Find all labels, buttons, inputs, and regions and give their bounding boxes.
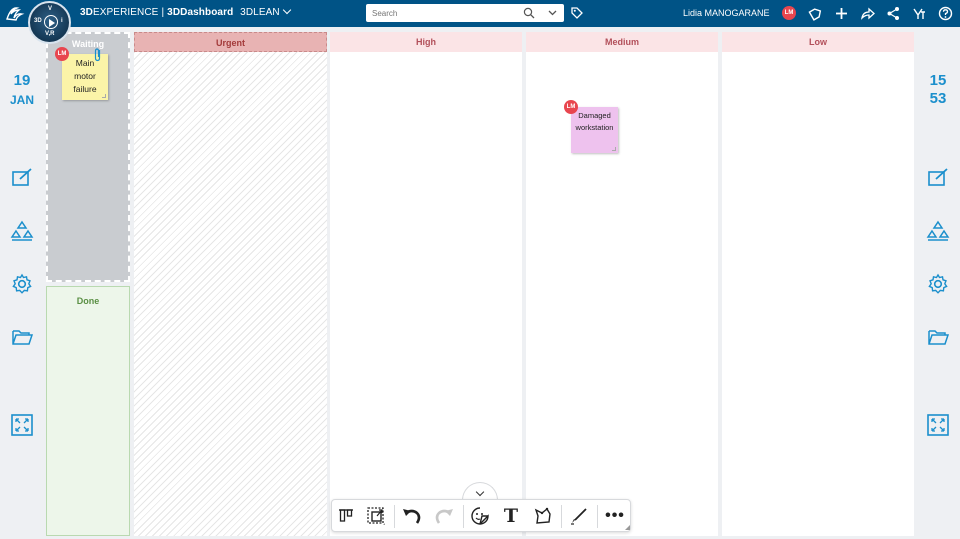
compass-i-label: i [61, 18, 63, 24]
note-text-line: motor [74, 71, 96, 81]
edit-board-icon[interactable] [10, 166, 34, 190]
dashboard-bold: 3D [167, 7, 181, 18]
settings-gear-icon[interactable] [10, 272, 34, 296]
app-title[interactable]: 3DEXPERIENCE | 3DDashboard 3DLEAN [80, 5, 291, 18]
undo-icon [403, 509, 421, 524]
text-tool-icon: T [503, 505, 519, 527]
sticker-tool-button[interactable] [468, 505, 492, 527]
search-input[interactable] [372, 6, 517, 20]
folder-open-icon[interactable] [926, 325, 950, 349]
tag-label-icon[interactable] [808, 6, 823, 21]
title-separator: | [161, 7, 165, 18]
tag-icon[interactable] [570, 6, 584, 20]
search-icon[interactable] [523, 7, 535, 19]
undo-button[interactable] [400, 505, 424, 527]
column-header-low: Low [722, 32, 914, 52]
redo-icon [435, 509, 453, 524]
sticky-note-damaged-workstation[interactable]: LM Damaged workstation [564, 100, 618, 153]
app-name: 3DLEAN [240, 7, 280, 18]
hierarchy-icon[interactable] [10, 219, 34, 243]
drawing-toolbar: T ••• [331, 499, 631, 532]
edit-board-icon[interactable] [926, 166, 950, 190]
chevron-down-icon[interactable] [475, 487, 485, 497]
hierarchy-icon[interactable] [926, 219, 950, 243]
toolbar-divider [463, 505, 464, 528]
note-text-line: workstation [575, 123, 614, 132]
toolbar-resize-icon[interactable] [625, 525, 630, 530]
folder-open-icon[interactable] [10, 325, 34, 349]
share-arrow-icon[interactable] [860, 6, 875, 21]
note-resize-handle[interactable] [102, 94, 106, 98]
top-bar: 3DEXPERIENCE|3DDashboard 3DLEAN Lidia MA… [0, 0, 960, 27]
search-dropdown-chevron-icon[interactable] [548, 9, 557, 17]
toolbar-divider [597, 505, 598, 528]
sticker-icon [471, 507, 489, 525]
shape-tool-button[interactable] [531, 505, 555, 527]
share-network-icon[interactable] [886, 6, 901, 21]
text-tool-button[interactable]: T [499, 505, 523, 527]
toolbar-divider [394, 505, 395, 528]
right-side-panel: 15 53 [916, 27, 960, 539]
left-side-panel: 19 JAN [0, 27, 44, 539]
compass-3d-label: 3D [34, 18, 42, 24]
column-low[interactable]: Low [722, 32, 914, 536]
column-header-medium: Medium [526, 32, 718, 52]
column-done[interactable]: Done [46, 286, 130, 536]
clock-minute: 53 [929, 90, 947, 107]
align-top-icon [339, 509, 353, 522]
note-resize-handle[interactable] [612, 147, 616, 151]
paperclip-icon [94, 48, 101, 62]
user-avatar[interactable]: LM [782, 6, 796, 20]
compass-apps-icon[interactable] [912, 6, 927, 21]
compass-vr-label: V,R [45, 31, 55, 37]
brand-bold: 3D [80, 7, 93, 18]
column-high[interactable]: High [330, 32, 522, 536]
date-day: 19 [13, 72, 31, 89]
sticky-note-main-motor-failure[interactable]: LM Main motor failure [55, 47, 108, 100]
compass-v-label: V [48, 6, 53, 12]
fullscreen-icon[interactable] [926, 413, 950, 437]
settings-gear-icon[interactable] [926, 272, 950, 296]
column-medium[interactable]: Medium [526, 32, 718, 536]
note-author-avatar[interactable]: LM [564, 100, 578, 114]
search-box[interactable] [366, 4, 564, 22]
compass-button[interactable]: V 3D i V,R [28, 1, 71, 44]
dassault-logo-icon[interactable] [5, 4, 25, 22]
resize-frame-icon [367, 507, 385, 525]
note-author-avatar[interactable]: LM [55, 47, 69, 61]
date-month: JAN [9, 93, 34, 107]
align-tool-button[interactable] [334, 505, 358, 527]
user-name[interactable]: Lidia MANOGARANE [683, 8, 770, 18]
column-header-high: High [330, 32, 522, 52]
redo-button[interactable] [432, 505, 456, 527]
brand-rest: EXPERIENCE [92, 7, 159, 18]
pen-icon [571, 508, 587, 525]
dashboard-rest: Dashboard [180, 7, 234, 18]
note-text-line: Damaged [578, 111, 611, 120]
chevron-down-icon[interactable] [282, 5, 291, 15]
clock-hour: 15 [929, 72, 947, 89]
more-tools-button[interactable]: ••• [603, 505, 627, 527]
fullscreen-icon[interactable] [10, 413, 34, 437]
play-icon[interactable] [44, 15, 58, 29]
column-header-urgent: Urgent [134, 32, 327, 52]
resize-tool-button[interactable] [364, 505, 388, 527]
column-urgent[interactable]: Urgent [134, 32, 327, 536]
column-header-done: Done [76, 296, 100, 306]
help-icon[interactable] [938, 6, 953, 21]
toolbar-divider [561, 505, 562, 528]
more-options-icon: ••• [605, 507, 625, 524]
pen-tool-button[interactable] [567, 505, 591, 527]
shape-icon [534, 507, 551, 524]
add-icon[interactable] [834, 6, 849, 21]
